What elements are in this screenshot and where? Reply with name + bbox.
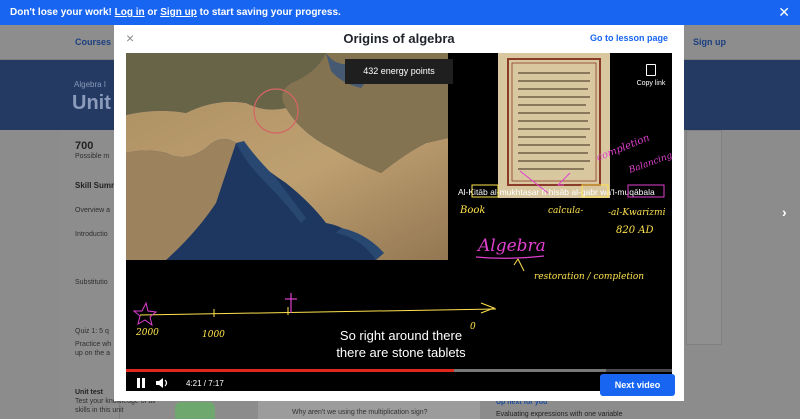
substitution-label: Substitutio — [75, 279, 108, 286]
banner-prefix: Don't lose your work! — [10, 7, 112, 18]
algebra-label: Algebra — [476, 236, 546, 256]
introduction-label: Introductio — [75, 231, 108, 238]
completion-label: completion — [595, 132, 651, 163]
banner-close-icon[interactable]: ✕ — [778, 4, 790, 21]
calculation-label: calcula- — [548, 206, 583, 216]
energy-points-badge: 432 energy points — [345, 59, 453, 84]
book-label: Book — [459, 205, 485, 216]
year-label: 820 AD — [616, 225, 654, 236]
points-label: Possible m — [75, 153, 110, 160]
nav-courses: Courses — [75, 37, 112, 47]
quiz-desc-1: Practice wh — [75, 341, 112, 348]
mascot-icon — [175, 402, 215, 419]
pause-icon[interactable] — [136, 378, 146, 388]
points-value: 700 — [75, 140, 94, 152]
subtitle-line-2: there are stone tablets — [336, 345, 466, 360]
next-video-button[interactable]: Next video — [600, 374, 675, 396]
background-sidebar — [60, 130, 120, 419]
background-right-panel — [686, 130, 722, 345]
banner-or: or — [147, 7, 158, 18]
banner-suffix: to start saving your progress. — [199, 7, 341, 18]
video-modal: × Origins of algebra Go to lesson page 4… — [114, 25, 684, 401]
balancing-label: Balancing — [627, 151, 672, 176]
nav-signup: Sign up — [693, 37, 726, 47]
quiz-desc-2: up on the a — [75, 350, 111, 357]
signup-link[interactable]: Sign up — [160, 7, 197, 18]
save-progress-banner: Don't lose your work! Log in or Sign up … — [0, 0, 800, 25]
video-controls: 4:21 / 7:17 CC — [126, 365, 672, 391]
chevron-right-icon[interactable]: › — [782, 204, 787, 220]
overview-label: Overview a — [75, 207, 111, 214]
star-icon — [132, 301, 158, 327]
video-subtitles: So right around there there are stone ta… — [301, 327, 501, 361]
unit-test-desc-2: skills in this unit — [75, 407, 124, 414]
login-link[interactable]: Log in — [115, 7, 145, 18]
hero-subtitle: Algebra I — [74, 80, 107, 89]
video-time: 4:21 / 7:17 — [186, 379, 224, 388]
author-label: -al-Kwarizmi — [608, 208, 666, 218]
year-2000-label: 2000 — [135, 328, 159, 338]
satellite-map-image — [126, 53, 448, 260]
skill-summary: Skill Summ — [75, 181, 119, 190]
video-player[interactable]: 432 energy points Copy link Al-Kitāb al-… — [126, 53, 672, 391]
hero-title: Unit — [72, 92, 111, 114]
subtitle-line-1: So right around there — [339, 328, 463, 343]
modal-header: × Origins of algebra Go to lesson page — [114, 25, 684, 53]
progress-bar[interactable] — [126, 369, 672, 372]
quiz-label: Quiz 1: 5 q — [75, 328, 109, 335]
question-text: Why aren't we using the multiplication s… — [292, 409, 428, 416]
book-title-text: Al-Kitāb al-mukhtaṣar fī ḥisāb al-gabr w… — [458, 187, 655, 197]
go-to-lesson-link[interactable]: Go to lesson page — [590, 33, 668, 43]
year-1000-label: 1000 — [202, 330, 225, 340]
volume-icon[interactable] — [156, 378, 170, 388]
up-next-item: Evaluating expressions with one variable — [496, 411, 623, 418]
progress-played — [126, 369, 454, 372]
unit-test-label: Unit test — [75, 389, 103, 396]
restoration-label: restoration / completion — [534, 272, 644, 282]
